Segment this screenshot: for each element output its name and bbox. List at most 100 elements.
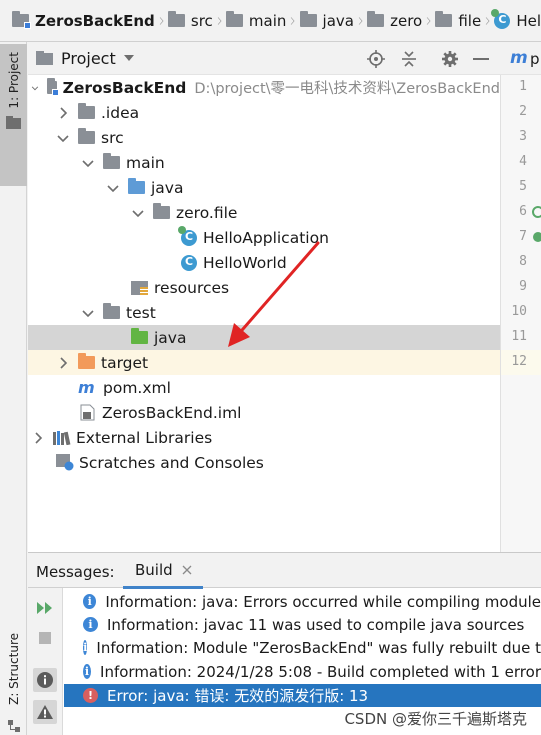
- stop-button[interactable]: [33, 626, 57, 650]
- scratches-icon: [56, 454, 74, 471]
- gear-icon: [442, 51, 458, 67]
- chevron-down-icon[interactable]: [81, 306, 95, 320]
- resources-folder-icon: [131, 280, 148, 295]
- message-row[interactable]: i Information: Module "ZerosBackEnd" was…: [64, 636, 541, 659]
- message-row[interactable]: i Information: javac 11 was used to comp…: [64, 613, 541, 636]
- class-icon: [491, 8, 511, 29]
- message-row[interactable]: i Information: 2024/1/28 5:08 - Build co…: [64, 660, 541, 683]
- message-text: Information: Module "ZerosBackEnd" was f…: [96, 638, 541, 657]
- tree-item-src[interactable]: src: [28, 125, 500, 150]
- dropdown-arrow-icon[interactable]: [123, 55, 134, 61]
- chevron-right-icon[interactable]: [31, 431, 45, 445]
- line-number: 10: [511, 304, 527, 319]
- folder-icon: [78, 128, 95, 144]
- chevron-right-icon: [485, 16, 490, 25]
- breadcrumb-item-main[interactable]: main: [225, 0, 286, 41]
- package-folder-icon: [435, 11, 453, 27]
- info-icon: i: [83, 594, 97, 609]
- messages-tool-window: Messages: Build i Information: java: Err…: [28, 552, 541, 735]
- message-text: Information: javac 11 was used to compil…: [107, 615, 525, 634]
- error-icon: !: [83, 688, 98, 703]
- message-row[interactable]: i Information: java: Errors occurred whi…: [64, 590, 541, 613]
- messages-label: Messages:: [36, 563, 115, 581]
- info-icon: i: [83, 640, 88, 655]
- chevron-down-icon[interactable]: [106, 181, 120, 195]
- breadcrumb-item-java[interactable]: java: [299, 0, 354, 41]
- close-icon[interactable]: [182, 565, 192, 575]
- run-gutter-icon[interactable]: [531, 230, 541, 244]
- breadcrumb-item-project[interactable]: ZerosBackEnd: [0, 0, 155, 41]
- chevron-right-icon[interactable]: [56, 356, 70, 370]
- package-folder-icon: [367, 11, 385, 27]
- collapse-all-button[interactable]: [398, 48, 420, 70]
- project-panel-title[interactable]: Project: [61, 49, 116, 68]
- chevron-right-icon: [291, 16, 295, 25]
- annotation-arrow: [228, 241, 320, 347]
- folder-icon: [299, 11, 317, 27]
- chevron-down-icon[interactable]: [81, 156, 95, 170]
- chevron-right-icon: [427, 16, 431, 25]
- package-icon: [153, 203, 170, 219]
- module-folder-icon: [12, 11, 31, 29]
- info-icon: i: [83, 617, 98, 632]
- chevron-right-icon: [217, 16, 222, 25]
- line-number: 4: [519, 154, 527, 169]
- message-text: Information: 2024/1/28 5:08 - Build comp…: [100, 662, 541, 681]
- excluded-folder-icon: [78, 353, 95, 369]
- class-icon: [181, 254, 197, 271]
- tree-item-external-libraries[interactable]: External Libraries: [28, 425, 500, 450]
- tree-item-iml[interactable]: ZerosBackEnd.iml: [28, 400, 500, 425]
- breadcrumb-item-zero[interactable]: zero: [367, 0, 422, 41]
- project-tool-tab[interactable]: 1: Project: [0, 44, 27, 186]
- folder-icon: [6, 116, 21, 129]
- tree-item-main-java[interactable]: java: [28, 175, 500, 200]
- structure-tool-tab[interactable]: Z: Structure: [0, 627, 27, 735]
- chevron-down-icon[interactable]: [56, 131, 70, 145]
- run-gutter-icon[interactable]: [531, 205, 541, 219]
- tree-item-scratches[interactable]: Scratches and Consoles: [28, 450, 500, 475]
- warning-icon: [37, 705, 53, 719]
- watermark: CSDN @爱你三千遍斯塔克: [344, 710, 527, 728]
- rerun-button[interactable]: [33, 596, 57, 620]
- tree-item-project-root[interactable]: ZerosBackEnd D:\project\零一电科\技术资料\ZerosB…: [28, 75, 500, 100]
- folder-icon: [103, 303, 120, 319]
- line-number: 8: [519, 254, 527, 269]
- show-info-toggle[interactable]: [33, 668, 57, 692]
- class-icon: [178, 225, 197, 246]
- chevron-down-icon[interactable]: [31, 81, 39, 95]
- editor-gutter: 1 2 3 4 5 6 7 8 9 10 11 12: [500, 75, 541, 552]
- messages-header: Messages: Build: [28, 552, 541, 589]
- editor-tab-label[interactable]: p: [530, 50, 540, 68]
- chevron-down-icon[interactable]: [131, 206, 145, 220]
- fast-forward-icon: [37, 602, 52, 614]
- breadcrumb-item-class[interactable]: Hel: [491, 0, 541, 41]
- chevron-right-icon[interactable]: [56, 106, 70, 120]
- locate-file-button[interactable]: [365, 48, 387, 70]
- tree-item-idea[interactable]: .idea: [28, 100, 500, 125]
- project-tool-window: Project ZerosBackEnd D:\project\零一电科\技术资…: [28, 42, 500, 552]
- messages-toolbar: [28, 588, 63, 735]
- chevron-right-icon: [159, 16, 164, 25]
- tree-item-main[interactable]: main: [28, 150, 500, 175]
- breadcrumb-item-file[interactable]: file: [435, 0, 481, 41]
- folder-icon: [167, 11, 185, 27]
- tree-item-package-zero-file[interactable]: zero.file: [28, 200, 500, 225]
- line-number: 9: [519, 279, 527, 294]
- line-number: 7: [519, 229, 527, 244]
- line-number: 3: [519, 129, 527, 144]
- breadcrumb-item-src[interactable]: src: [167, 0, 213, 41]
- message-row-error[interactable]: ! Error: java: 错误: 无效的源发行版: 13: [64, 684, 541, 707]
- folder-icon: [78, 103, 95, 119]
- show-warnings-toggle[interactable]: [33, 700, 57, 724]
- stop-icon: [39, 632, 51, 644]
- left-tool-stripe: 1: Project Z: Structure: [0, 42, 27, 735]
- tab-build[interactable]: Build: [123, 553, 203, 589]
- collapse-all-icon: [402, 51, 416, 67]
- tree-item-pom-xml[interactable]: m pom.xml: [28, 375, 500, 400]
- line-number: 11: [511, 329, 527, 344]
- message-text: Information: java: Errors occurred while…: [105, 592, 541, 611]
- project-panel-header: Project: [28, 42, 500, 75]
- settings-button[interactable]: [439, 48, 461, 70]
- hide-panel-button[interactable]: [470, 48, 492, 70]
- project-folder-icon: [36, 51, 53, 65]
